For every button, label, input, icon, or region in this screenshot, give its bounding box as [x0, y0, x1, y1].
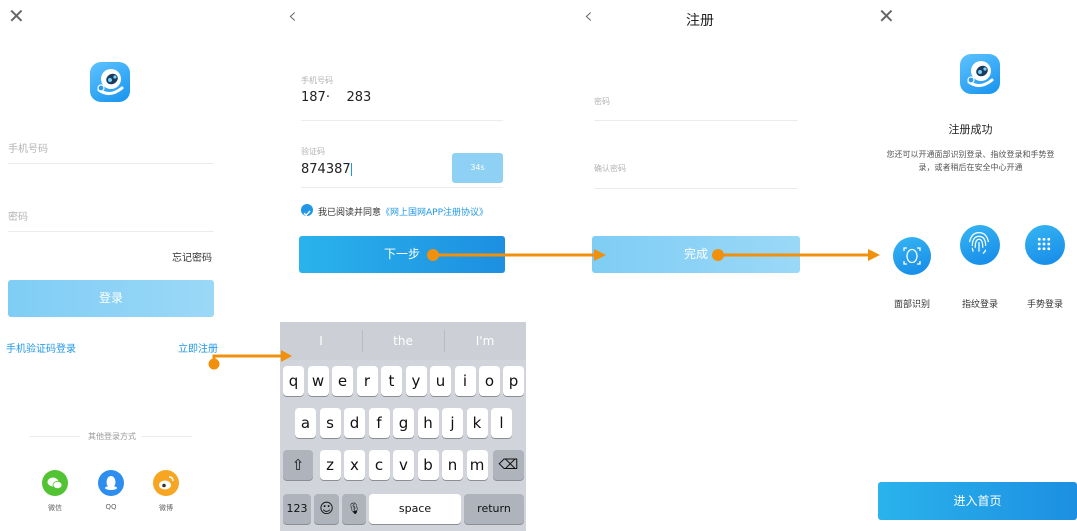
arrow-register-to-keyboard: [208, 350, 292, 370]
flow-arrows: [208, 249, 880, 370]
arrow-next-to-password: [427, 249, 606, 261]
arrow-done-to-success: [712, 249, 880, 261]
